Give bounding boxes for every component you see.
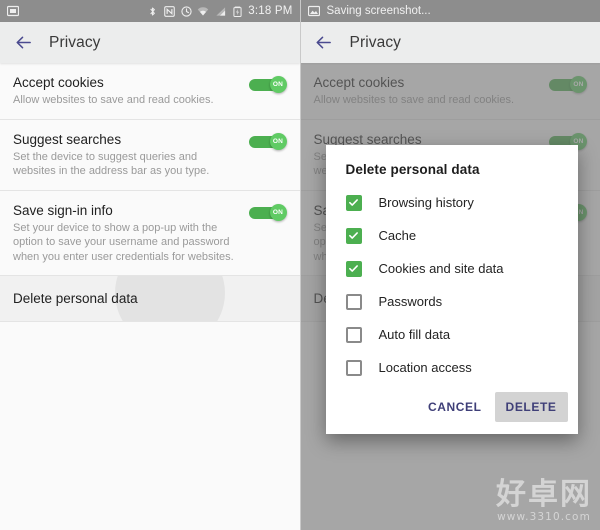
checkbox-checked-icon[interactable] [345, 194, 362, 211]
back-arrow-icon[interactable] [13, 33, 33, 53]
delete-personal-data-dialog: Delete personal data Browsing history Ca… [325, 145, 578, 434]
setting-title: Save sign-in info [13, 202, 113, 218]
status-bar-message: Saving screenshot... [326, 5, 431, 17]
screenshot-image-icon [307, 5, 320, 17]
setting-text-block: Suggest searches Set the device to sugge… [13, 131, 249, 179]
setting-row-save-sign-in-info[interactable]: Save sign-in info Set your device to sho… [0, 190, 300, 276]
toggle-thumb: ON [269, 132, 287, 150]
setting-title: Suggest searches [13, 131, 122, 147]
checkbox-row-cache[interactable]: Cache [326, 219, 578, 252]
setting-subtitle: Allow websites to save and read cookies. [13, 94, 214, 106]
checkbox-unchecked-icon[interactable] [345, 326, 362, 343]
setting-row-delete-personal-data[interactable]: Delete personal data [0, 276, 300, 322]
left-phone-screen: 3:18 PM Privacy Accept cookies Allow web… [0, 0, 301, 530]
right-status-bar: Saving screenshot... [300, 0, 600, 22]
setting-subtitle: Set the device to suggest queries and we… [13, 150, 210, 178]
checkbox-label: Location access [378, 359, 472, 375]
checkbox-row-auto-fill-data[interactable]: Auto fill data [326, 318, 578, 351]
left-status-bar-left [7, 5, 146, 17]
alarm-icon [180, 5, 192, 17]
right-app-bar: Privacy [300, 22, 600, 63]
checkbox-label: Cache [378, 227, 417, 243]
setting-subtitle: Set your device to show a pop-up with th… [13, 221, 234, 263]
toggle-suggest-searches[interactable]: ON [248, 132, 287, 150]
wifi-icon [197, 5, 209, 17]
left-app-bar: Privacy [0, 22, 300, 63]
toggle-save-sign-in-info[interactable]: ON [248, 203, 287, 221]
checkbox-row-location-access[interactable]: Location access [326, 351, 578, 384]
dialog-action-bar: CANCEL DELETE [326, 384, 578, 428]
checkbox-label: Auto fill data [378, 326, 451, 342]
checkbox-unchecked-icon[interactable] [345, 293, 362, 310]
toggle-thumb: ON [269, 76, 287, 93]
back-arrow-icon[interactable] [314, 33, 334, 53]
checkbox-label: Cookies and site data [378, 260, 504, 276]
dialog-title: Delete personal data [345, 162, 480, 177]
cancel-button[interactable]: CANCEL [417, 392, 493, 422]
setting-row-suggest-searches[interactable]: Suggest searches Set the device to sugge… [0, 119, 300, 191]
checkbox-row-cookies-and-site-data[interactable]: Cookies and site data [326, 252, 578, 285]
checkbox-checked-icon[interactable] [345, 260, 362, 277]
battery-charging-icon [231, 5, 243, 17]
checkbox-label: Browsing history [378, 194, 474, 210]
checkbox-unchecked-icon[interactable] [345, 359, 362, 376]
right-phone-screen: Saving screenshot... Privacy Accept cook… [300, 0, 600, 530]
setting-control: ON [248, 74, 287, 93]
setting-title: Delete personal data [13, 291, 138, 306]
checkbox-checked-icon[interactable] [345, 227, 362, 244]
checkbox-row-browsing-history[interactable]: Browsing history [326, 186, 578, 219]
right-settings-list: Accept cookies Allow websites to save an… [300, 63, 600, 530]
page-title: Privacy [349, 33, 402, 51]
nfc-icon [163, 5, 175, 17]
signal-icon [214, 5, 226, 17]
left-status-bar-icons: 3:18 PM [146, 5, 292, 17]
left-status-bar: 3:18 PM [0, 0, 300, 22]
page-title: Privacy [49, 33, 101, 51]
setting-title: Accept cookies [13, 75, 104, 90]
checkbox-row-passwords[interactable]: Passwords [326, 285, 578, 318]
setting-control: ON [248, 202, 287, 221]
toggle-thumb: ON [269, 203, 287, 221]
setting-text-block: Save sign-in info Set your device to sho… [13, 202, 249, 265]
setting-text-block: Accept cookies Allow websites to save an… [13, 74, 249, 108]
dual-screenshot-container: 3:18 PM Privacy Accept cookies Allow web… [0, 0, 600, 530]
setting-row-accept-cookies[interactable]: Accept cookies Allow websites to save an… [0, 63, 300, 120]
delete-button[interactable]: DELETE [494, 392, 568, 422]
bluetooth-icon [146, 5, 158, 17]
right-status-bar-left: Saving screenshot... [307, 5, 594, 17]
setting-control: ON [248, 131, 287, 150]
setting-text-block: Delete personal data [13, 290, 287, 307]
status-bar-clock: 3:18 PM [248, 5, 293, 17]
left-settings-list: Accept cookies Allow websites to save an… [0, 63, 300, 530]
toggle-accept-cookies[interactable]: ON [248, 76, 287, 93]
checkbox-label: Passwords [378, 293, 443, 309]
screenshot-icon [7, 5, 19, 17]
